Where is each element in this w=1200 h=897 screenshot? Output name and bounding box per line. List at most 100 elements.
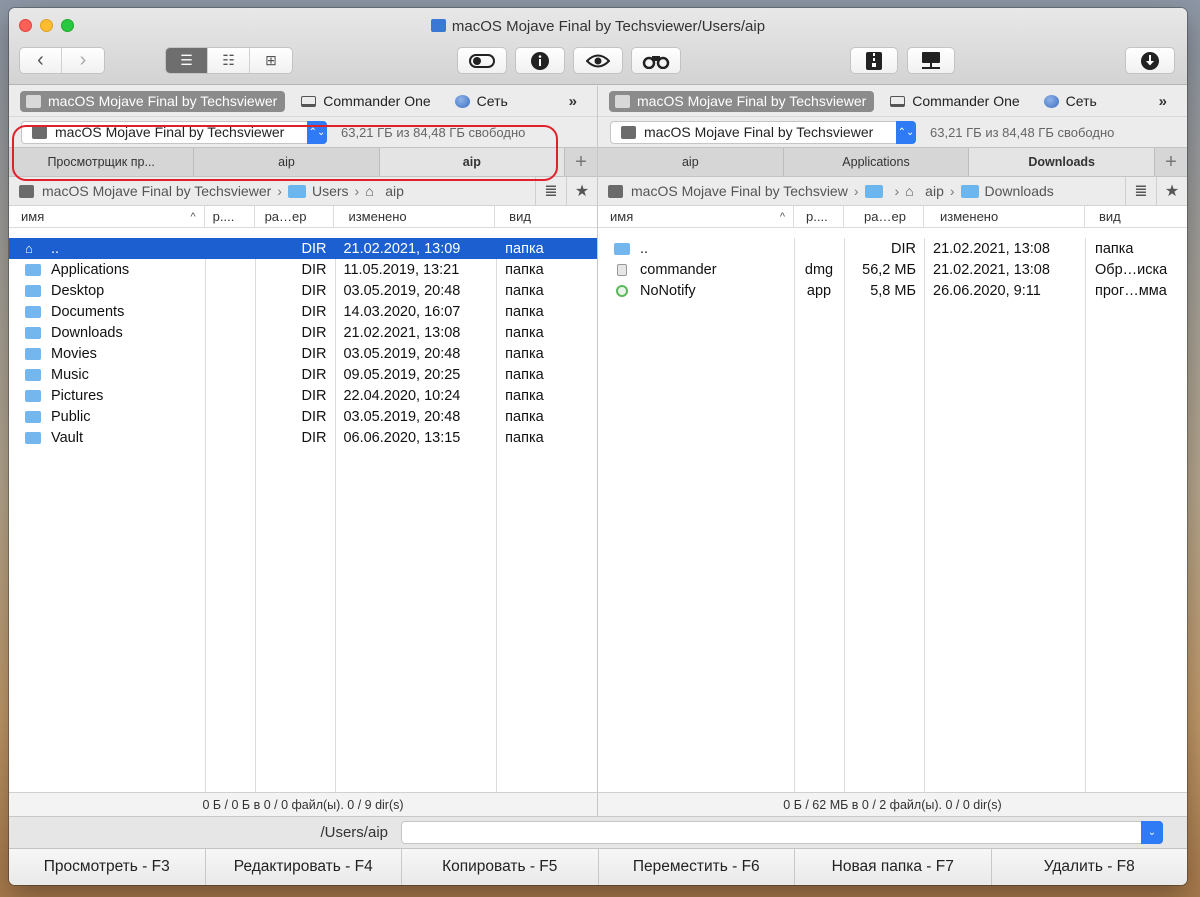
cell-text: 5,8 МБ	[870, 282, 916, 299]
toggle-hidden-button[interactable]	[457, 47, 507, 74]
breadcrumb-item-volume[interactable]: macOS Mojave Final by Techsviewer	[19, 183, 271, 199]
breadcrumb-item-aip[interactable]: ⌂ aip	[905, 183, 944, 199]
table-row[interactable]: NoNotify app 5,8 МБ 26.06.2020, 9:11 прог…мм…	[598, 280, 1187, 301]
download-button[interactable]	[1125, 47, 1175, 74]
breadcrumb-item-users[interactable]	[864, 184, 889, 198]
breadcrumb-item-downloads[interactable]: Downloads	[960, 183, 1054, 199]
table-row[interactable]: Downloads DIR 21.02.2021, 13:08 папка	[9, 322, 597, 343]
cell-date: 06.06.2020, 13:15	[334, 427, 495, 448]
tab-downloads[interactable]: Downloads	[969, 148, 1156, 176]
breadcrumb-separator: ›	[949, 183, 955, 199]
info-button[interactable]	[515, 47, 565, 74]
file-list: ⌂.. DIR 21.02.2021, 13:09 папка Applications…	[9, 238, 597, 792]
drive-item-network[interactable]: Сеть	[449, 91, 516, 112]
favorites-star-icon[interactable]: ★	[1156, 177, 1187, 205]
table-row[interactable]: Documents DIR 14.03.2020, 16:07 папка	[9, 301, 597, 322]
tab-aip-2[interactable]: aip	[379, 148, 565, 176]
column-header-kind[interactable]: вид	[1085, 206, 1187, 227]
more-drives-button[interactable]: »	[1159, 93, 1167, 110]
free-space-label: 63,21 ГБ из 84,48 ГБ свободно	[930, 124, 1115, 140]
volume-select[interactable]: macOS Mojave Final by Techsviewer ⌃⌄	[21, 120, 327, 144]
table-row[interactable]: Applications DIR 11.05.2019, 13:21 папка	[9, 259, 597, 280]
cell-name: Movies	[9, 343, 205, 364]
function-key-bar: Просмотреть - F3 Редактировать - F4 Копи…	[9, 848, 1187, 885]
breadcrumb-item-users[interactable]: Users	[287, 183, 349, 199]
column-header-name[interactable]: имя ^	[9, 206, 205, 227]
column-header-ext[interactable]: р....	[205, 206, 255, 227]
table-row[interactable]: commander dmg 56,2 МБ 21.02.2021, 13:08 Обр……	[598, 259, 1187, 280]
cell-kind: папка	[495, 280, 597, 301]
cell-text: 21.02.2021, 13:09	[343, 240, 461, 257]
cell-text: 06.06.2020, 13:15	[343, 429, 461, 446]
column-header-date[interactable]: изменено	[924, 206, 1085, 227]
drive-item-commander-one[interactable]: Commander One	[295, 91, 438, 112]
view-f3-button[interactable]: Просмотреть - F3	[9, 849, 206, 885]
back-button[interactable]: ‹	[20, 48, 62, 73]
table-row[interactable]: Vault DIR 06.06.2020, 13:15 папка	[9, 427, 597, 448]
table-row[interactable]: .. DIR 21.02.2021, 13:08 папка	[598, 238, 1187, 259]
more-drives-button[interactable]: »	[569, 93, 577, 110]
tab-viewer[interactable]: Просмотрщик пр...	[9, 148, 195, 176]
view-mode-control: ☰ ☷ ⊞	[165, 47, 293, 74]
drive-item-macos[interactable]: macOS Mojave Final by Techsviewer	[20, 90, 286, 112]
folder-icon	[25, 326, 41, 339]
archive-button[interactable]	[850, 47, 898, 74]
new-folder-f7-button[interactable]: Новая папка - F7	[795, 849, 992, 885]
cell-size: DIR	[255, 385, 335, 406]
column-header-date[interactable]: изменено	[334, 206, 496, 227]
breadcrumb-item-volume[interactable]: macOS Mojave Final by Techsview	[608, 183, 848, 199]
column-header-kind[interactable]: вид	[495, 206, 597, 227]
edit-f4-button[interactable]: Редактировать - F4	[206, 849, 402, 885]
quick-look-button[interactable]	[573, 47, 623, 74]
cell-text: папка	[505, 408, 544, 425]
sort-up-icon: ^	[190, 210, 196, 223]
breadcrumb-separator: ›	[894, 183, 900, 199]
column-header-ext[interactable]: р....	[794, 206, 844, 227]
list-view-icon[interactable]: ☰	[166, 48, 208, 73]
cell-date: 21.02.2021, 13:08	[334, 322, 495, 343]
breadcrumb-item-aip[interactable]: ⌂ aip	[365, 183, 404, 199]
app-icon	[616, 284, 628, 297]
add-tab-icon[interactable]: +	[1155, 148, 1187, 176]
copy-f5-button[interactable]: Копировать - F5	[402, 849, 599, 885]
column-header-size[interactable]: ра…ер	[255, 206, 335, 227]
cell-text: Desktop	[51, 282, 105, 299]
cell-text: DIR	[301, 366, 327, 383]
network-button[interactable]	[907, 47, 955, 74]
forward-button[interactable]: ›	[62, 48, 104, 73]
column-header-name[interactable]: имя ^	[598, 206, 794, 227]
cell-text: Обр…иска	[1095, 261, 1168, 278]
add-tab-icon[interactable]: +	[565, 148, 597, 176]
breadcrumb-separator: ›	[354, 183, 360, 199]
tab-bar: Просмотрщик пр... aip aip +	[9, 147, 597, 177]
table-row[interactable]: Pictures DIR 22.04.2020, 10:24 папка	[9, 385, 597, 406]
table-row[interactable]: Public DIR 03.05.2019, 20:48 папка	[9, 406, 597, 427]
table-row[interactable]: Desktop DIR 03.05.2019, 20:48 папка	[9, 280, 597, 301]
delete-f8-button[interactable]: Удалить - F8	[992, 849, 1188, 885]
drive-item-macos[interactable]: macOS Mojave Final by Techsviewer	[609, 90, 875, 112]
search-button[interactable]	[631, 47, 681, 74]
drive-item-commander-one[interactable]: Commander One	[884, 91, 1027, 112]
history-nav: ‹ ›	[19, 47, 105, 74]
list-options-icon[interactable]: ≣	[1125, 177, 1156, 205]
list-options-icon[interactable]: ≣	[535, 177, 566, 205]
favorites-star-icon[interactable]: ★	[566, 177, 597, 205]
tab-aip[interactable]: aip	[598, 148, 784, 176]
tab-aip-1[interactable]: aip	[194, 148, 380, 176]
table-row[interactable]: Movies DIR 03.05.2019, 20:48 папка	[9, 343, 597, 364]
cell-ext	[205, 259, 255, 280]
table-header: имя ^ р.... ра…ер изменено вид	[598, 206, 1187, 228]
detail-view-icon[interactable]: ☷	[208, 48, 250, 73]
cell-size: DIR	[255, 280, 335, 301]
tab-applications[interactable]: Applications	[783, 148, 970, 176]
cell-text: папка	[505, 261, 544, 278]
table-row[interactable]: ⌂.. DIR 21.02.2021, 13:09 папка	[9, 238, 597, 259]
volume-select[interactable]: macOS Mojave Final by Techsviewer ⌃⌄	[610, 120, 916, 144]
table-row[interactable]: Music DIR 09.05.2019, 20:25 папка	[9, 364, 597, 385]
command-input[interactable]: ⌄	[401, 821, 1163, 844]
move-f6-button[interactable]: Переместить - F6	[599, 849, 795, 885]
column-header-size[interactable]: ра…ер	[844, 206, 924, 227]
chevron-down-icon[interactable]: ⌄	[1141, 821, 1163, 844]
grid-view-icon[interactable]: ⊞	[250, 48, 292, 73]
drive-item-network[interactable]: Сеть	[1038, 91, 1105, 112]
